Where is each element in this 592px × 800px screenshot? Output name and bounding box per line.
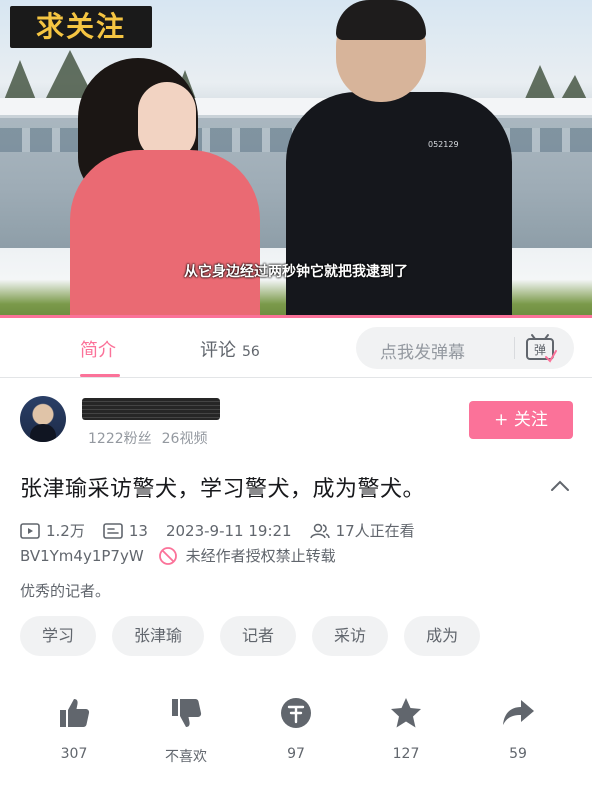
copyright-notice: 未经作者授权禁止转载 (185, 547, 336, 565)
video-subtitle: 从它身边经过两秒钟它就把我逮到了 (184, 264, 408, 280)
tag-chip[interactable]: 成为 (404, 616, 481, 656)
coin-button[interactable]: 97 (256, 696, 336, 762)
star-icon (391, 698, 421, 728)
police-officer-figure (286, 92, 512, 318)
video-title: 张津瑜采访警犬，学习警犬，成为警犬。 (20, 477, 426, 502)
divider (514, 337, 515, 359)
video-count: 26视频 (161, 431, 208, 447)
danmaku-input[interactable]: 点我发弹幕 弹 (356, 327, 574, 369)
tab-comments-label: 评论 (200, 340, 236, 361)
favorite-count: 127 (392, 746, 420, 762)
uploader-stats: 1222粉丝 26视频 (88, 428, 207, 448)
tab-bar: 简介 评论 56 点我发弹幕 弹 (0, 318, 592, 378)
video-meta: 1.2万 13 2023-9-11 19:21 17人正在看 (20, 520, 415, 541)
tag-chip[interactable]: 张津瑜 (112, 616, 205, 656)
share-count: 59 (509, 746, 527, 762)
thumb-down-icon (172, 699, 202, 727)
watermark-logo: 求关注 (10, 6, 152, 48)
danmaku-count: 13 (128, 521, 148, 540)
danmaku-count-icon (103, 522, 123, 539)
video-player[interactable]: 052129 求关注 从它身边经过两秒钟它就把我逮到了 (0, 0, 592, 318)
video-meta-2: BV1Ym4y1P7yW 未经作者授权禁止转载 (20, 545, 336, 566)
avatar[interactable] (20, 396, 66, 442)
uploader-row: 1222粉丝 26视频 + 关注 (0, 378, 592, 456)
redacted-username (82, 398, 220, 420)
favorite-button[interactable]: 127 (366, 696, 446, 762)
danmaku-placeholder: 点我发弹幕 (380, 343, 465, 363)
play-count-icon (20, 522, 40, 539)
coin-count: 97 (287, 746, 305, 762)
follow-button[interactable]: + 关注 (469, 401, 573, 439)
badge-number: 052129 (428, 140, 459, 149)
tag-chip[interactable]: 采访 (312, 616, 389, 656)
play-count: 1.2万 (46, 522, 85, 540)
like-button[interactable]: 307 (34, 696, 114, 762)
thumb-up-icon (60, 699, 90, 727)
publish-datetime: 2023-9-11 19:21 (165, 521, 292, 540)
comment-count: 56 (242, 344, 260, 360)
tab-comments[interactable]: 评论 56 (200, 336, 260, 362)
no-repost-icon (158, 546, 177, 565)
danmaku-icon[interactable]: 弹 (524, 333, 558, 363)
dislike-label: 不喜欢 (165, 749, 207, 765)
svg-text:弹: 弹 (534, 343, 546, 357)
tag-list: 学习 张津瑜 记者 采访 成为 (20, 616, 481, 656)
like-count: 307 (60, 746, 88, 762)
tag-chip[interactable]: 学习 (20, 616, 97, 656)
viewers-icon (309, 523, 330, 538)
video-description: 优秀的记者。 (20, 582, 111, 600)
watching-now: 17人正在看 (335, 522, 415, 540)
coin-icon (281, 698, 311, 728)
share-button[interactable]: 59 (478, 696, 558, 762)
follower-count: 1222粉丝 (88, 431, 152, 447)
chevron-up-icon[interactable] (550, 478, 570, 492)
bvid: BV1Ym4y1P7yW (20, 546, 144, 565)
tab-intro[interactable]: 简介 (80, 336, 116, 362)
tag-chip[interactable]: 记者 (220, 616, 297, 656)
dislike-button[interactable]: 不喜欢 (146, 696, 226, 766)
active-tab-indicator (80, 374, 120, 377)
action-bar: 307 不喜欢 97 127 59 (0, 696, 592, 780)
share-icon (503, 700, 534, 725)
